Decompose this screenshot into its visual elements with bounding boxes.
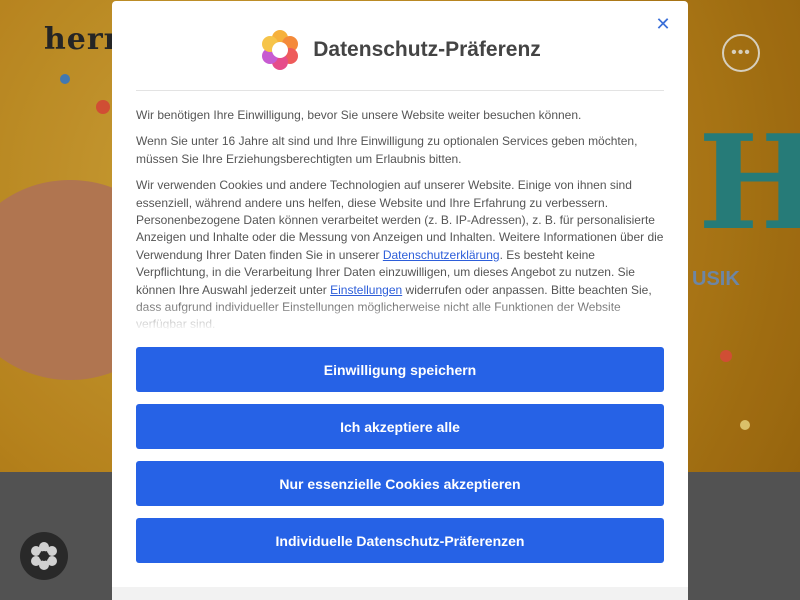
save-consent-button[interactable]: Einwilligung speichern [136, 347, 664, 392]
scroll-fade [136, 299, 664, 331]
intro-text: Wir benötigen Ihre Einwilligung, bevor S… [136, 108, 582, 122]
dialog-header: Datenschutz-Präferenz [112, 27, 688, 73]
privacy-policy-link[interactable]: Datenschutzerklärung [383, 248, 500, 262]
individual-preferences-button[interactable]: Individuelle Datenschutz-Präferenzen [136, 518, 664, 563]
privacy-consent-dialog: ✕ Datenschutz-Präferenz Wir benötigen Ih… [112, 1, 688, 600]
dialog-footer [112, 587, 688, 600]
essential-only-button[interactable]: Nur essenzielle Cookies akzeptieren [136, 461, 664, 506]
accept-all-button[interactable]: Ich akzeptiere alle [136, 404, 664, 449]
minor-notice-text: Wenn Sie unter 16 Jahre alt sind und Ihr… [136, 134, 638, 166]
flower-logo-icon [262, 30, 299, 70]
dialog-body[interactable]: Wir benötigen Ihre Einwilligung, bevor S… [136, 107, 664, 329]
dialog-title: Datenschutz-Präferenz [313, 38, 541, 61]
header-divider [136, 90, 664, 91]
settings-link[interactable]: Einstellungen [330, 283, 402, 297]
